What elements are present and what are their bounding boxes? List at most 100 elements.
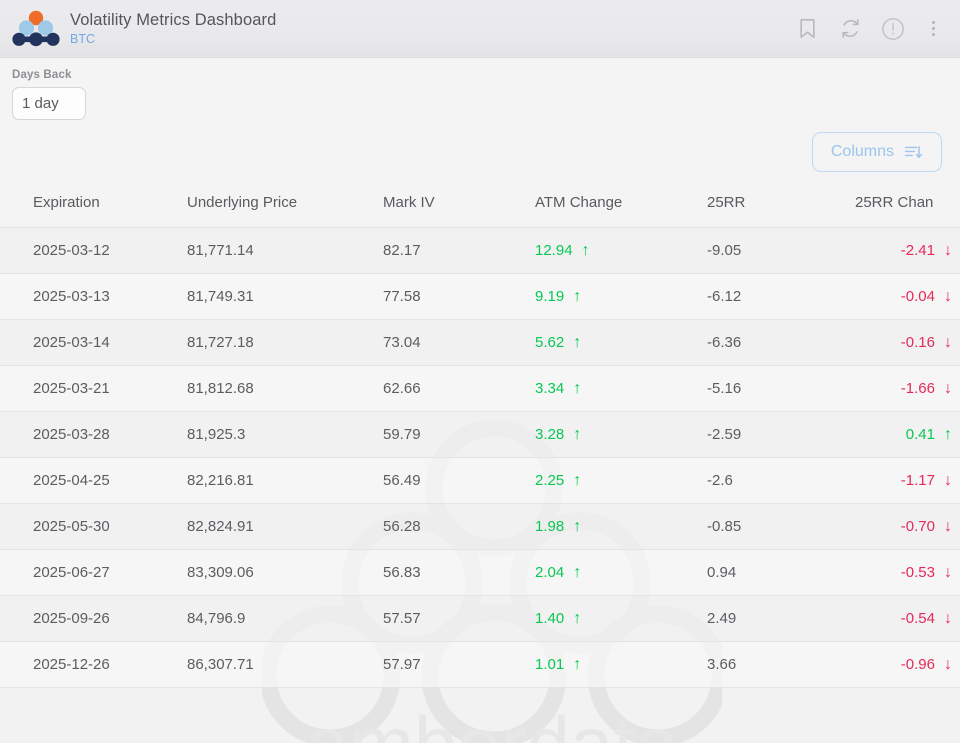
cell-25rr-change: -1.17↓ [855,458,960,504]
alert-circle-icon[interactable] [881,17,905,41]
atm-change-value: 3.34↑ [535,380,581,397]
trend-arrow-icon: ↑ [573,427,581,443]
trend-arrow-icon: ↑ [573,565,581,581]
rr25-change-number: -2.41 [901,242,935,259]
rr25-change-number: -0.96 [901,656,935,673]
cell-underlying-price: 81,812.68 [187,366,383,412]
atm-change-number: 1.01 [535,656,564,673]
column-header-underlying-price[interactable]: Underlying Price [187,180,383,228]
title-bar: Volatility Metrics Dashboard BTC [0,0,960,58]
table-row[interactable]: 2025-03-2181,812.6862.663.34↑ -5.16-1.66↓ [0,366,960,412]
cell-expiration: 2025-03-21 [0,366,187,412]
cell-atm-change: 3.28 ↑ [535,412,707,458]
trend-arrow-icon: ↓ [944,519,952,535]
bookmark-icon[interactable] [795,17,819,41]
atm-change-value: 5.62↑ [535,334,581,351]
table-row[interactable]: 2025-03-1281,771.1482.1712.94↑-9.05-2.41… [0,228,960,274]
atm-change-value: 1.40↑ [535,610,581,627]
table-row[interactable]: 2025-12-2686,307.7157.971.01↑3.66-0.96↓ [0,642,960,688]
watermark-text: amberdata [306,700,680,743]
cell-25rr-change: -2.41↓ [855,228,960,274]
atm-change-value: 1.01 ↑ [535,656,581,673]
refresh-icon[interactable] [838,17,862,41]
cell-25rr: -2.6 [707,458,855,504]
column-header-mark-iv[interactable]: Mark IV [383,180,535,228]
table-row[interactable]: 2025-03-2881,925.359.793.28↑-2.590.41↑ [0,412,960,458]
columns-button[interactable]: Columns [812,132,942,172]
cell-25rr-change: -0.04 ↓ [855,274,960,320]
table-row[interactable]: 2025-03-1381,749.3177.589.19↑-6.12-0.04↓ [0,274,960,320]
trend-arrow-icon: ↑ [573,381,581,397]
trend-arrow-icon: ↑ [573,657,581,673]
cell-atm-change: 12.94↑ [535,228,707,274]
cell-25rr-change: -0.70↓ [855,504,960,550]
rr25-change-value: -2.41↓ [901,242,952,259]
atm-change-number: 2.04 [535,564,564,581]
column-header-25rr[interactable]: 25RR [707,180,855,228]
cell-25rr: -5.16 [707,366,855,412]
atm-change-value: 3.28 ↑ [535,426,581,443]
table-header: Expiration Underlying Price Mark IV ATM … [0,180,960,228]
rr25-change-number: 0.41 [906,426,935,443]
column-header-expiration[interactable]: Expiration [0,180,187,228]
rr25-change-value: -0.04 ↓ [901,288,952,305]
cell-underlying-price: 81,727.18 [187,320,383,366]
cell-expiration: 2025-03-28 [0,412,187,458]
table-row[interactable]: 2025-06-2783,309.0656.832.04↑0.94-0.53↓ [0,550,960,596]
table-row[interactable]: 2025-03-1481,727.1873.045.62↑-6.36-0.16↓ [0,320,960,366]
cell-25rr-change: 0.41↑ [855,412,960,458]
cell-underlying-price: 81,749.31 [187,274,383,320]
rr25-change-number: -0.16 [901,334,935,351]
cell-mark-iv: 56.49 [383,458,535,504]
atm-change-number: 2.25 [535,472,564,489]
cell-underlying-price: 86,307.71 [187,642,383,688]
table-row[interactable]: 2025-09-2684,796.957.571.40↑2.49-0.54↓ [0,596,960,642]
table-header-row: Expiration Underlying Price Mark IV ATM … [0,180,960,228]
cell-expiration: 2025-12-26 [0,642,187,688]
column-header-25rr-change[interactable]: 25RR Chan [855,180,960,228]
atm-change-value: 1.98↑ [535,518,581,535]
cell-mark-iv: 56.83 [383,550,535,596]
cell-atm-change: 1.01 ↑ [535,642,707,688]
table-toolbar: Columns [0,124,960,180]
rr25-change-number: -1.17 [901,472,935,489]
rr25-change-value: -0.70↓ [901,518,952,535]
cell-expiration: 2025-09-26 [0,596,187,642]
days-back-input[interactable] [12,87,86,120]
cell-mark-iv: 82.17 [383,228,535,274]
cell-expiration: 2025-06-27 [0,550,187,596]
cell-atm-change: 1.40↑ [535,596,707,642]
atm-change-value: 2.04 ↑ [535,564,581,581]
trend-arrow-icon: ↓ [944,289,952,305]
column-header-25rr-change-text: 25RR Chan [855,194,933,211]
table-area: amberdata Expiration Underlying Price Ma… [0,180,960,743]
cell-atm-change: 2.25↑ [535,458,707,504]
cell-mark-iv: 62.66 [383,366,535,412]
column-header-atm-change[interactable]: ATM Change [535,180,707,228]
rr25-change-value: -0.54↓ [901,610,952,627]
cell-25rr: 3.66 [707,642,855,688]
cell-mark-iv: 56.28 [383,504,535,550]
cell-atm-change: 5.62↑ [535,320,707,366]
cell-25rr-change: -0.16↓ [855,320,960,366]
cell-underlying-price: 82,824.91 [187,504,383,550]
cell-underlying-price: 81,771.14 [187,228,383,274]
trend-arrow-icon: ↑ [582,243,590,259]
title-block: Volatility Metrics Dashboard BTC [70,10,276,48]
cell-25rr-change: -1.66↓ [855,366,960,412]
kebab-dot [932,27,935,30]
rr25-change-number: -1.66 [901,380,935,397]
trend-arrow-icon: ↑ [573,519,581,535]
cell-underlying-price: 84,796.9 [187,596,383,642]
more-vertical-icon[interactable] [924,21,942,36]
cell-mark-iv: 57.57 [383,596,535,642]
columns-button-label: Columns [831,143,894,161]
trend-arrow-icon: ↑ [573,289,581,305]
trend-arrow-icon: ↑ [573,611,581,627]
table-row[interactable]: 2025-04-2582,216.8156.492.25↑-2.6-1.17↓ [0,458,960,504]
table-row[interactable]: 2025-05-3082,824.9156.281.98↑-0.85-0.70↓ [0,504,960,550]
rr25-change-number: -0.04 [901,288,935,305]
asset-symbol[interactable]: BTC [70,31,276,47]
atm-change-number: 3.28 [535,426,564,443]
rr25-change-value: -0.96↓ [901,656,952,673]
